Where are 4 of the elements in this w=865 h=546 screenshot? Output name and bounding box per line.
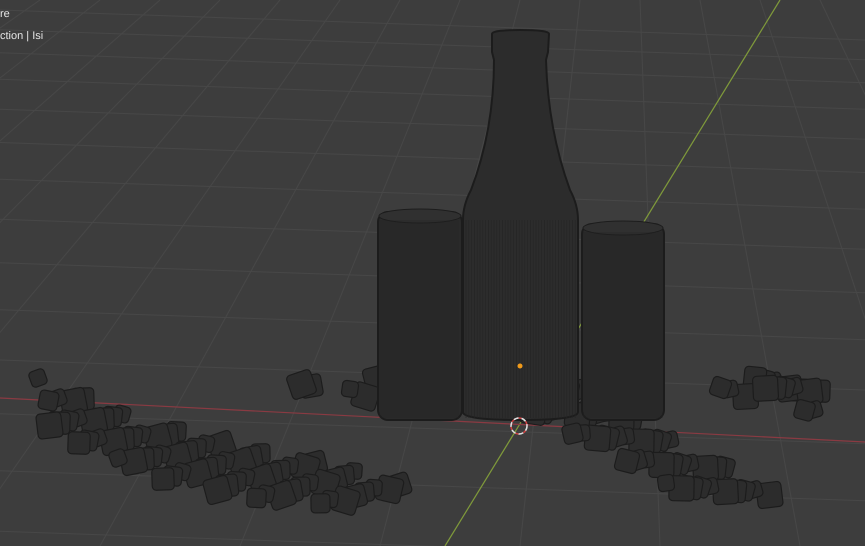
3d-cursor-icon: [510, 417, 528, 435]
viewport-info-text: re: [0, 7, 11, 22]
origin-point-icon: [518, 364, 522, 368]
viewport-info-text: ction | Isi: [0, 29, 44, 44]
